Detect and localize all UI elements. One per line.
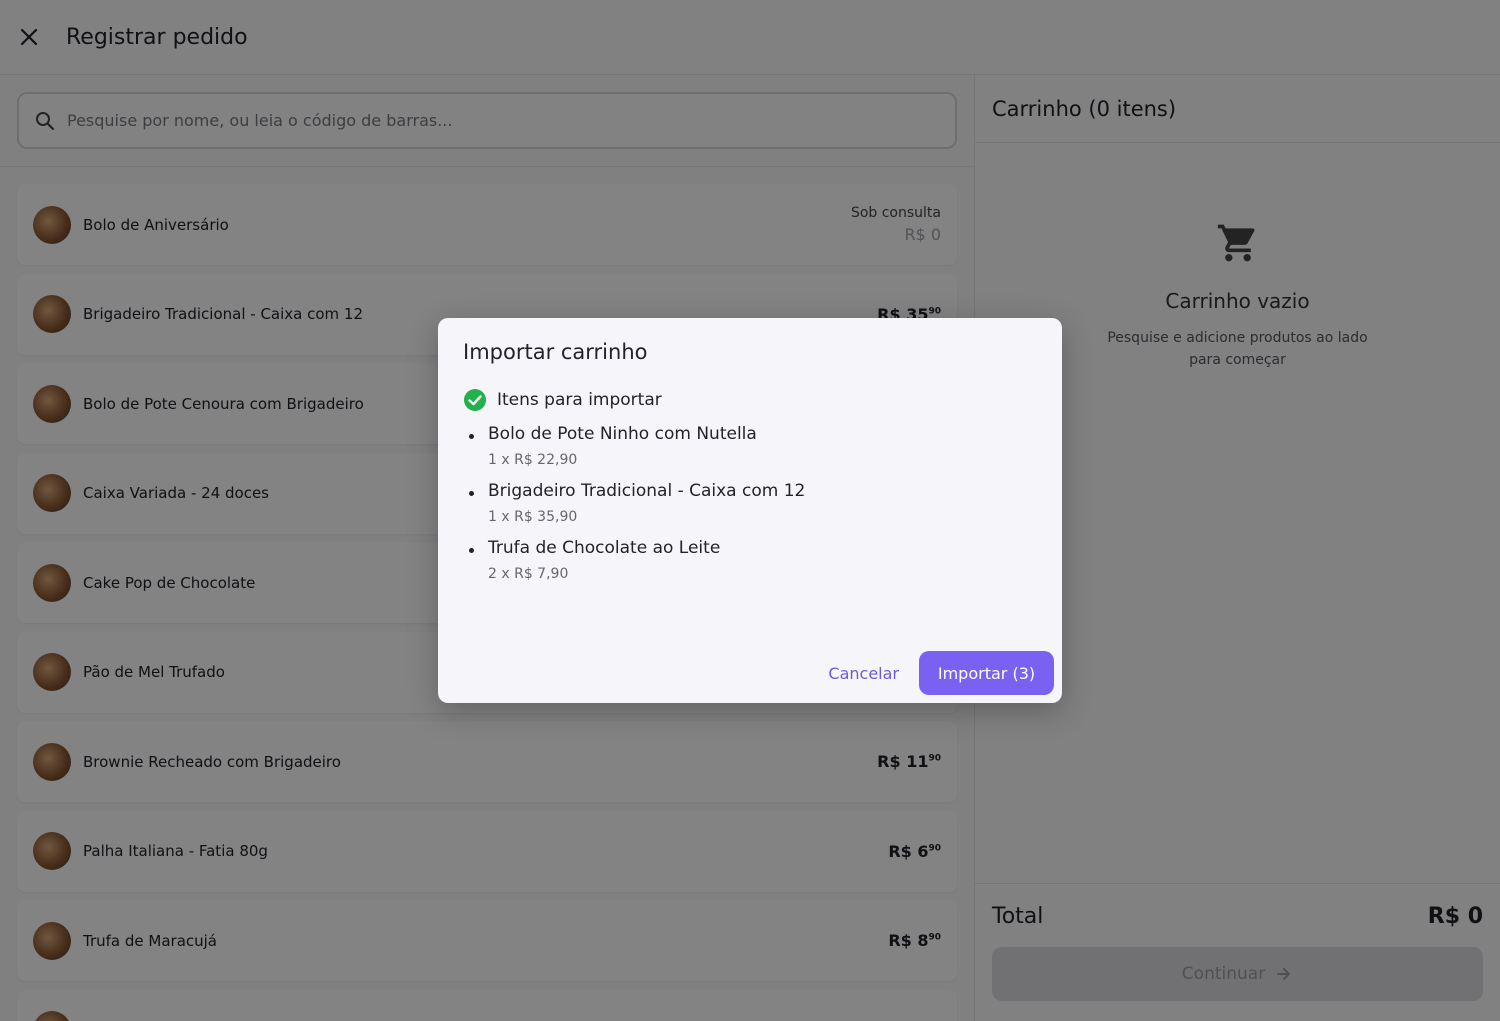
import-section-header: Itens para importar (463, 388, 1037, 412)
import-item-detail: 1 x R$ 22,90 (488, 452, 578, 468)
import-item-name: Trufa de Chocolate ao Leite (488, 538, 721, 558)
dialog-title: Importar carrinho (463, 340, 648, 364)
import-cart-dialog: Importar carrinho Itens para importar Bo… (438, 318, 1062, 703)
import-item: Bolo de Pote Ninho com Nutella 1 x R$ 22… (463, 424, 1037, 468)
import-item: Trufa de Chocolate ao Leite 2 x R$ 7,90 (463, 538, 1037, 582)
import-item: Brigadeiro Tradicional - Caixa com 12 1 … (463, 481, 1037, 525)
import-item-detail: 1 x R$ 35,90 (488, 509, 578, 525)
import-item-detail: 2 x R$ 7,90 (488, 566, 569, 582)
dialog-actions: Cancelar Importar (3) (828, 651, 1054, 695)
cancel-button[interactable]: Cancelar (828, 664, 899, 683)
section-label: Itens para importar (497, 390, 662, 410)
import-items-list: Bolo de Pote Ninho com Nutella 1 x R$ 22… (463, 424, 1037, 582)
import-item-name: Brigadeiro Tradicional - Caixa com 12 (488, 481, 806, 501)
import-item-name: Bolo de Pote Ninho com Nutella (488, 424, 757, 444)
import-button[interactable]: Importar (3) (919, 651, 1054, 695)
check-circle-icon (464, 389, 486, 411)
